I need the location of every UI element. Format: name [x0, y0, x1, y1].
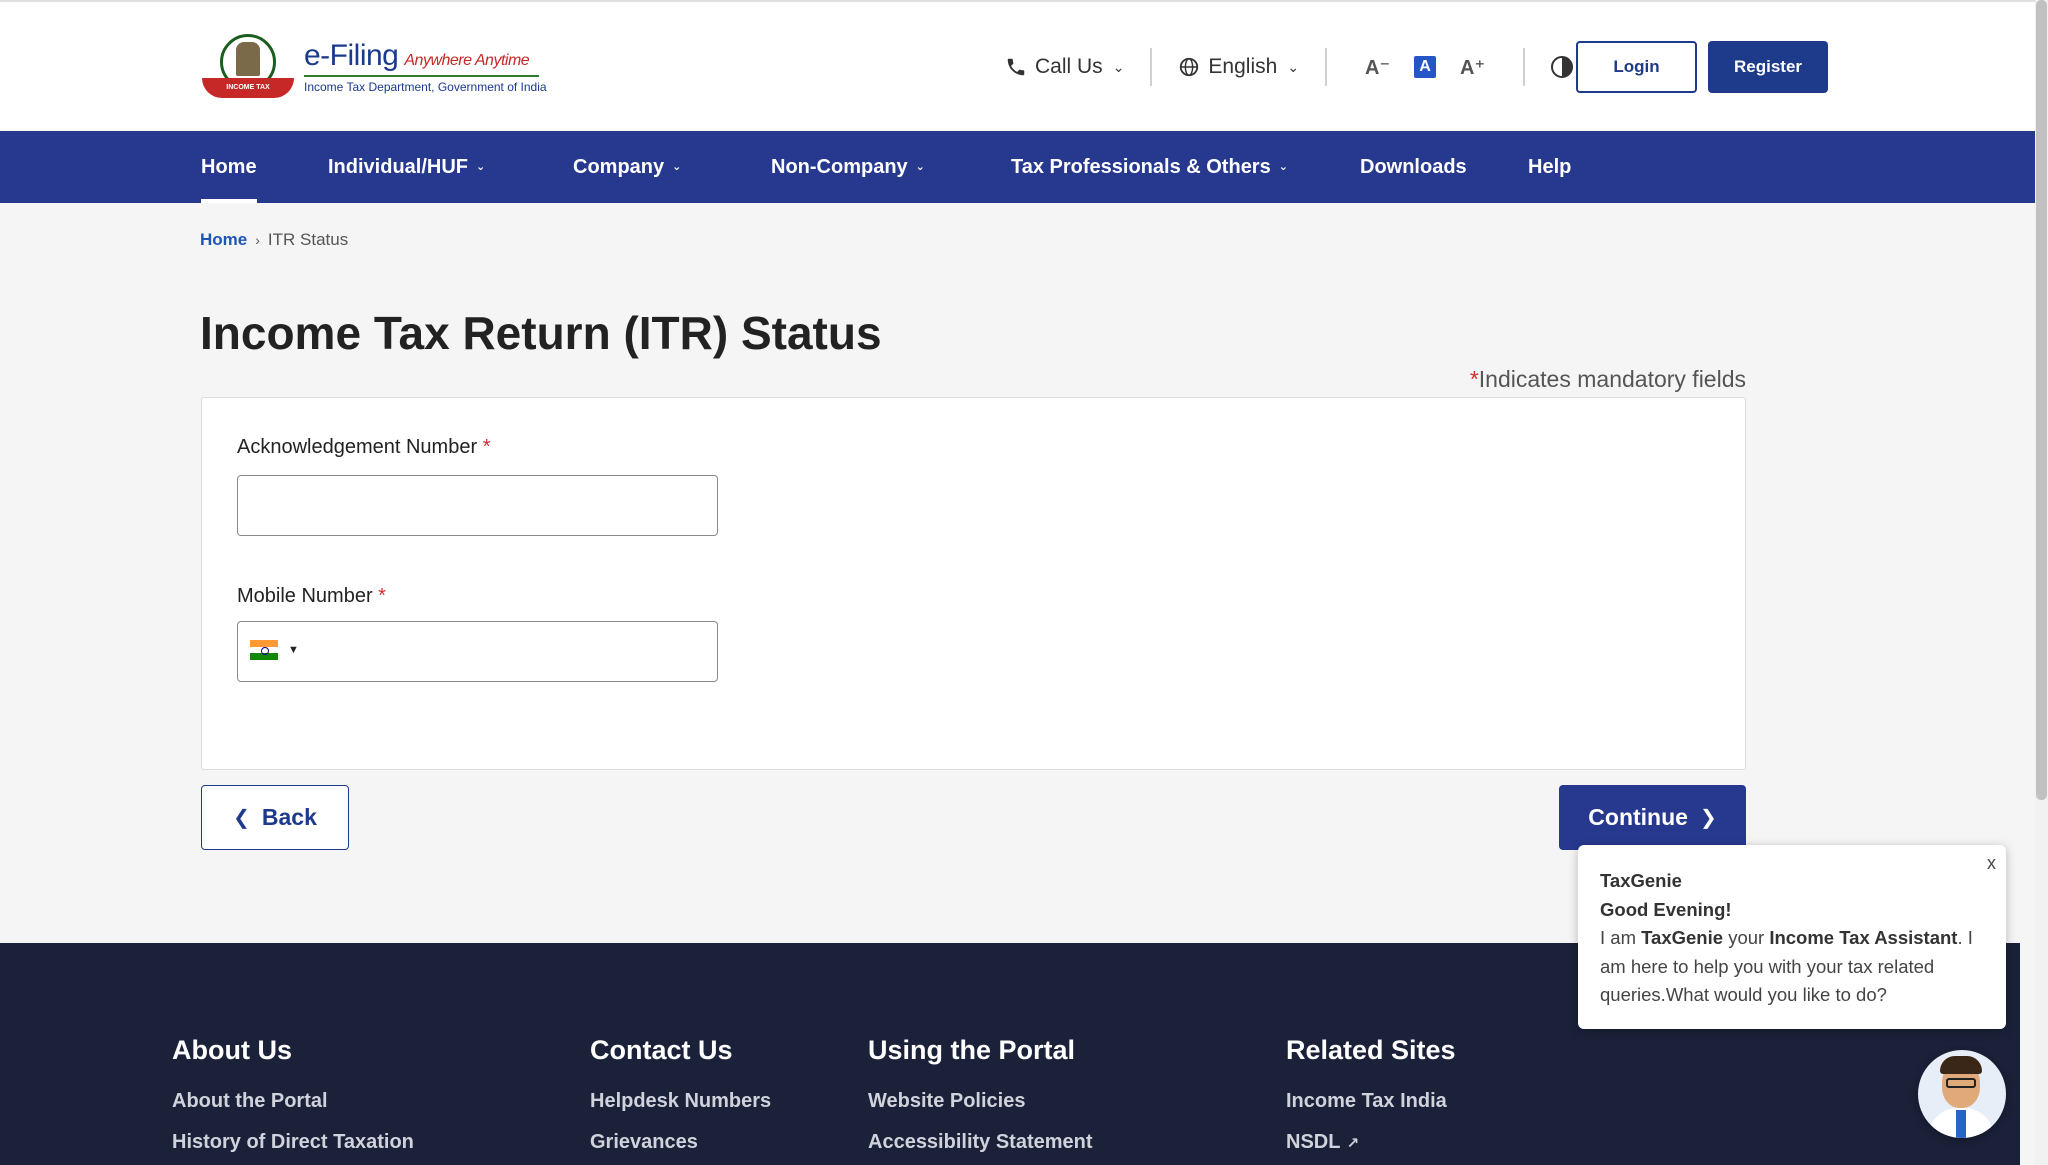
nav-tax-professionals[interactable]: Tax Professionals & Others ⌄	[1011, 131, 1288, 203]
logo-subtitle: Income Tax Department, Government of Ind…	[304, 79, 547, 94]
continue-button[interactable]: Continue ❯	[1559, 785, 1746, 850]
font-decrease-button[interactable]: A⁻	[1365, 55, 1390, 80]
ack-number-label: Acknowledgement Number *	[237, 436, 491, 458]
register-button[interactable]: Register	[1708, 41, 1828, 93]
divider	[1523, 48, 1526, 86]
footer-link[interactable]: Income Tax India	[1286, 1090, 1456, 1113]
efiling-logo[interactable]: INCOME TAX DEPARTMENT e-Filing Anywhere A…	[200, 30, 547, 111]
chevron-down-icon: ⌄	[672, 161, 682, 173]
language-dropdown[interactable]: English ⌄	[1178, 55, 1299, 79]
breadcrumb-home-link[interactable]: Home	[200, 230, 247, 250]
back-button[interactable]: ❮ Back	[201, 785, 349, 850]
main-nav: Home Individual/HUF ⌄ Company ⌄ Non-Compan…	[0, 131, 2035, 203]
footer-link[interactable]: Helpdesk Numbers	[590, 1090, 771, 1113]
taxgenie-avatar-icon[interactable]	[1918, 1050, 2006, 1138]
logo-title: e-Filing Anywhere Anytime	[304, 38, 530, 72]
chevron-left-icon: ❮	[233, 807, 250, 829]
taxgenie-chat-popup: x TaxGenie Good Evening! I am TaxGenie y…	[1578, 845, 2006, 1029]
chevron-down-icon: ⌄	[1278, 161, 1288, 173]
emblem-icon: INCOME TAX DEPARTMENT	[200, 30, 296, 111]
mobile-number-field[interactable]: ▼	[237, 621, 718, 682]
itr-status-form: Acknowledgement Number * Mobile Number *…	[201, 397, 1746, 770]
nav-individual-huf[interactable]: Individual/HUF ⌄	[328, 131, 485, 203]
call-us-label: Call Us	[1035, 55, 1103, 78]
divider	[1325, 48, 1328, 86]
caret-down-icon[interactable]: ▼	[288, 644, 299, 656]
external-link-icon: ↗	[1346, 1135, 1360, 1152]
india-flag-icon[interactable]	[250, 640, 278, 660]
footer-link[interactable]: History of Direct Taxation	[172, 1131, 414, 1154]
nav-home[interactable]: Home	[201, 131, 257, 203]
nav-help[interactable]: Help	[1528, 131, 1571, 203]
divider	[1150, 48, 1153, 86]
header-tools: Call Us ⌄ English ⌄ A⁻ A A⁺	[1005, 42, 1574, 92]
chat-message: I am TaxGenie your Income Tax Assistant.…	[1600, 927, 1973, 1005]
footer-link[interactable]: Grievances	[590, 1131, 771, 1154]
footer-portal: Using the Portal Website Policies Access…	[868, 1035, 1093, 1165]
footer-contact: Contact Us Helpdesk Numbers Grievances	[590, 1035, 771, 1165]
chevron-down-icon: ⌄	[1287, 58, 1300, 75]
footer-link[interactable]: Accessibility Statement	[868, 1131, 1093, 1154]
page-scrollbar[interactable]	[2035, 0, 2048, 1165]
footer-heading: Related Sites	[1286, 1035, 1456, 1065]
chevron-right-icon: ❯	[1699, 807, 1717, 829]
nav-non-company[interactable]: Non-Company ⌄	[771, 131, 925, 203]
footer-link[interactable]: About the Portal	[172, 1090, 414, 1113]
site-header: INCOME TAX DEPARTMENT e-Filing Anywhere A…	[0, 0, 2035, 131]
page-title: Income Tax Return (ITR) Status	[200, 307, 882, 359]
chevron-right-icon: ›	[255, 232, 260, 248]
breadcrumb: Home › ITR Status	[200, 230, 348, 250]
font-increase-button[interactable]: A⁺	[1460, 55, 1485, 80]
ack-number-input[interactable]	[237, 475, 718, 536]
phone-icon	[1007, 58, 1025, 76]
mobile-number-label: Mobile Number *	[237, 585, 386, 607]
footer-link[interactable]: NSDL ↗	[1286, 1131, 1456, 1154]
footer-link[interactable]: Website Policies	[868, 1090, 1093, 1113]
scrollbar-thumb[interactable]	[2036, 0, 2047, 800]
footer-heading: About Us	[172, 1035, 292, 1065]
chevron-down-icon: ⌄	[1112, 58, 1125, 75]
chat-greeting: Good Evening!	[1600, 898, 1732, 920]
mandatory-note: *Indicates mandatory fields	[1469, 366, 1746, 392]
footer-heading: Using the Portal	[868, 1035, 1076, 1065]
language-label: English	[1208, 55, 1278, 78]
chat-bot-name: TaxGenie	[1600, 870, 1682, 891]
footer-about: About Us About the Portal History of Dir…	[172, 1035, 414, 1165]
nav-company[interactable]: Company ⌄	[573, 131, 681, 203]
chat-close-button[interactable]: x	[1987, 853, 1996, 874]
login-button[interactable]: Login	[1576, 41, 1697, 93]
contrast-toggle-icon[interactable]	[1551, 56, 1574, 78]
footer-heading: Contact Us	[590, 1035, 733, 1065]
call-us-dropdown[interactable]: Call Us ⌄	[1005, 55, 1124, 79]
footer-related: Related Sites Income Tax India NSDL ↗	[1286, 1035, 1456, 1165]
logo-tagline: Anywhere Anytime	[404, 51, 530, 69]
breadcrumb-current: ITR Status	[267, 230, 349, 249]
globe-icon	[1180, 57, 1199, 77]
font-default-button[interactable]: A	[1414, 56, 1437, 78]
nav-downloads[interactable]: Downloads	[1360, 131, 1467, 203]
chevron-down-icon: ⌄	[915, 161, 925, 173]
chevron-down-icon: ⌄	[476, 161, 486, 173]
